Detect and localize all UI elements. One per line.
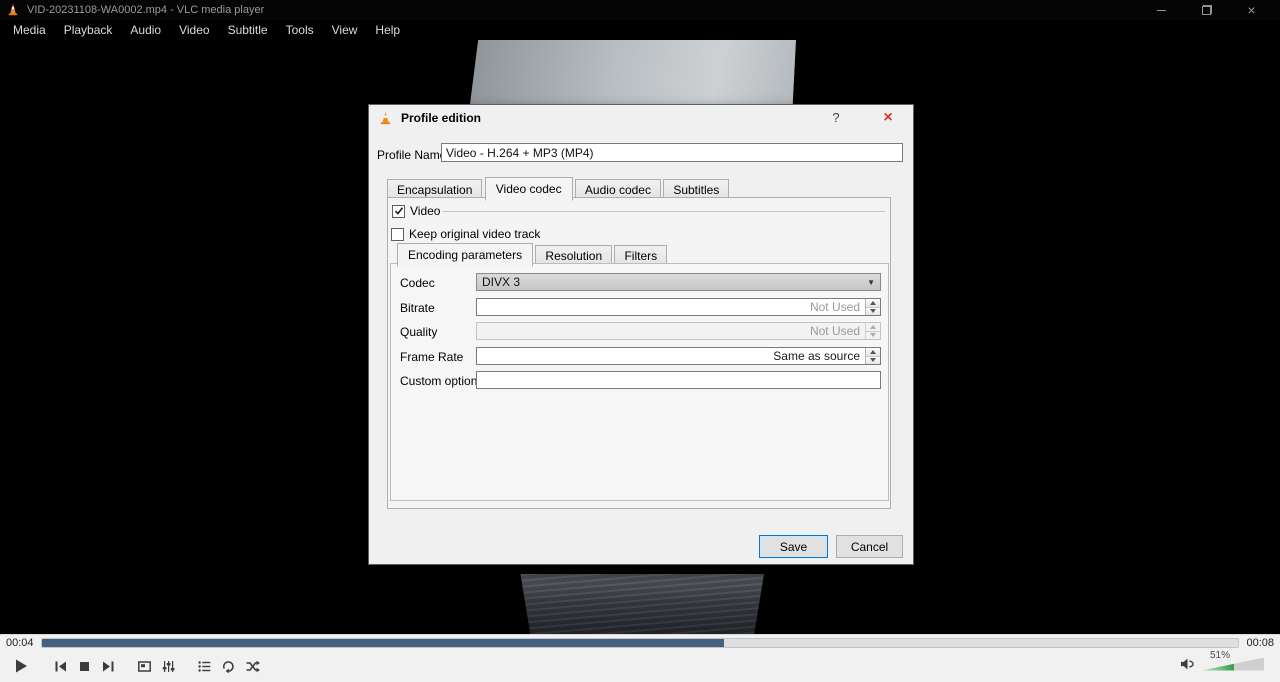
spinner-up-icon[interactable] bbox=[866, 348, 880, 356]
dialog-title: Profile edition bbox=[401, 111, 481, 125]
bitrate-spinner-arrows[interactable] bbox=[865, 299, 880, 315]
spinner-down-icon[interactable] bbox=[866, 307, 880, 316]
volume-percent-label: 51% bbox=[1210, 650, 1230, 661]
video-frame-top bbox=[470, 40, 796, 104]
menu-audio[interactable]: Audio bbox=[121, 21, 170, 39]
spinner-up-icon[interactable] bbox=[866, 299, 880, 307]
total-time: 00:08 bbox=[1246, 637, 1274, 649]
stop-button[interactable] bbox=[72, 652, 96, 680]
custom-options-wrap bbox=[476, 371, 881, 389]
codec-tabs: Encapsulation Video codec Audio codec Su… bbox=[387, 177, 728, 198]
frame-rate-spinner-arrows[interactable] bbox=[865, 348, 880, 364]
quality-label: Quality bbox=[400, 325, 437, 339]
help-button[interactable]: ? bbox=[827, 110, 845, 128]
menu-media[interactable]: Media bbox=[4, 21, 55, 39]
chevron-down-icon: ▼ bbox=[867, 278, 875, 287]
save-button[interactable]: Save bbox=[759, 535, 828, 558]
encoding-parameters-panel: Codec DIVX 3 ▼ Bitrate Not Used Quality … bbox=[390, 263, 889, 501]
codec-label: Codec bbox=[400, 276, 435, 290]
profile-edition-dialog: Profile edition ? × Profile Name Encapsu… bbox=[368, 104, 914, 565]
video-codec-panel: Video Keep original video track Encoding… bbox=[387, 197, 891, 509]
bitrate-value: Not Used bbox=[477, 300, 865, 314]
shuffle-button[interactable] bbox=[240, 652, 264, 680]
loop-button[interactable] bbox=[216, 652, 240, 680]
quality-spinner-arrows bbox=[865, 323, 880, 339]
custom-options-label: Custom options bbox=[400, 374, 483, 388]
seek-slider[interactable] bbox=[41, 638, 1240, 648]
bitrate-label: Bitrate bbox=[400, 301, 435, 315]
fullscreen-button[interactable] bbox=[132, 652, 156, 680]
bitrate-spinner[interactable]: Not Used bbox=[476, 298, 881, 316]
menu-subtitle[interactable]: Subtitle bbox=[219, 21, 277, 39]
seek-row: 00:04 00:08 bbox=[0, 635, 1280, 650]
quality-spinner: Not Used bbox=[476, 322, 881, 340]
menu-playback[interactable]: Playback bbox=[55, 21, 122, 39]
frame-rate-value: Same as source bbox=[477, 349, 865, 363]
minimize-icon bbox=[1157, 10, 1166, 11]
controls-row: 51% bbox=[0, 650, 1280, 682]
menu-view[interactable]: View bbox=[323, 21, 367, 39]
video-frame-bottom bbox=[518, 574, 764, 634]
codec-value: DIVX 3 bbox=[482, 275, 867, 289]
player-bar: 00:04 00:08 bbox=[0, 634, 1280, 682]
groupbox-line bbox=[442, 211, 885, 212]
minimize-button[interactable] bbox=[1139, 0, 1184, 20]
tab-video-codec[interactable]: Video codec bbox=[485, 177, 573, 201]
restore-button[interactable] bbox=[1184, 0, 1229, 20]
checkbox-unchecked-icon bbox=[391, 228, 404, 241]
spinner-down-icon bbox=[866, 331, 880, 340]
current-time: 00:04 bbox=[6, 637, 34, 649]
subtab-encoding-parameters[interactable]: Encoding parameters bbox=[397, 243, 533, 267]
vlc-cone-icon bbox=[6, 3, 20, 17]
window-controls: × bbox=[1139, 0, 1274, 20]
codec-dropdown[interactable]: DIVX 3 ▼ bbox=[476, 273, 881, 291]
frame-rate-spinner[interactable]: Same as source bbox=[476, 347, 881, 365]
vlc-window: { "colors": { "accent": "#0078d7", "seek… bbox=[0, 0, 1280, 682]
play-button[interactable] bbox=[6, 652, 36, 680]
playlist-button[interactable] bbox=[192, 652, 216, 680]
close-icon: × bbox=[1247, 3, 1255, 17]
menu-bar: Media Playback Audio Video Subtitle Tool… bbox=[0, 20, 1280, 40]
vlc-cone-icon bbox=[378, 111, 393, 126]
frame-rate-label: Frame Rate bbox=[400, 350, 463, 364]
keep-original-track-label: Keep original video track bbox=[409, 227, 540, 241]
close-button[interactable]: × bbox=[1229, 0, 1274, 20]
previous-button[interactable] bbox=[48, 652, 72, 680]
keep-original-track-checkbox[interactable]: Keep original video track bbox=[391, 227, 540, 241]
checkbox-checked-icon bbox=[392, 205, 405, 218]
quality-value: Not Used bbox=[477, 324, 865, 338]
spinner-down-icon[interactable] bbox=[866, 356, 880, 365]
seek-progress bbox=[42, 639, 724, 647]
dialog-close-button[interactable]: × bbox=[877, 108, 899, 128]
profile-name-label: Profile Name bbox=[377, 148, 446, 162]
menu-video[interactable]: Video bbox=[170, 21, 218, 39]
speaker-icon bbox=[1180, 657, 1195, 671]
menu-tools[interactable]: Tools bbox=[277, 21, 323, 39]
spinner-up-icon bbox=[866, 323, 880, 331]
window-titlebar: VID-20231108-WA0002.mp4 - VLC media play… bbox=[0, 0, 1280, 20]
extended-settings-button[interactable] bbox=[156, 652, 180, 680]
menu-help[interactable]: Help bbox=[366, 21, 409, 39]
window-title: VID-20231108-WA0002.mp4 - VLC media play… bbox=[27, 4, 264, 16]
custom-options-input[interactable] bbox=[476, 371, 881, 389]
video-checkbox-label: Video bbox=[410, 204, 440, 218]
video-checkbox[interactable]: Video bbox=[392, 204, 440, 218]
restore-icon bbox=[1202, 5, 1212, 15]
cancel-button[interactable]: Cancel bbox=[836, 535, 903, 558]
next-button[interactable] bbox=[96, 652, 120, 680]
profile-name-input[interactable] bbox=[441, 143, 903, 162]
encoding-subtabs: Encoding parameters Resolution Filters bbox=[397, 243, 666, 264]
volume-area: 51% bbox=[1180, 657, 1274, 676]
